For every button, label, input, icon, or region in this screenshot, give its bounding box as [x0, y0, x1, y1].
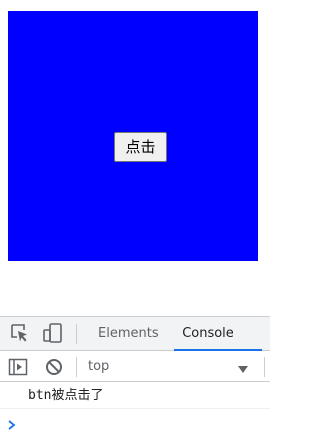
tab-elements[interactable]: Elements	[98, 317, 159, 350]
console-message-text: btn被点击了	[28, 388, 104, 403]
chevron-down-icon	[237, 360, 249, 373]
console-message: btn被点击了	[0, 383, 270, 409]
context-selector[interactable]: top	[80, 352, 260, 381]
active-tab-indicator	[174, 349, 262, 351]
page: 点击 Elements Console top btn被点击了	[0, 0, 270, 434]
inspect-element-icon[interactable]	[9, 322, 31, 344]
devtools-panel: Elements Console top btn被点击了	[0, 316, 270, 434]
click-button[interactable]: 点击	[114, 132, 167, 162]
prompt-chevron-icon	[6, 416, 18, 430]
console-prompt[interactable]	[0, 410, 270, 434]
toolbar-divider	[264, 357, 265, 377]
context-value: top	[88, 359, 110, 374]
toolbar-divider	[76, 357, 77, 377]
console-sidebar-icon[interactable]	[8, 357, 28, 377]
toolbar-divider	[76, 324, 77, 344]
device-toggle-icon[interactable]	[42, 322, 64, 344]
console-toolbar: top	[0, 352, 270, 382]
clear-console-icon[interactable]	[44, 357, 64, 377]
blue-box: 点击	[8, 11, 258, 261]
devtools-tabbar: Elements Console	[0, 317, 270, 351]
tab-console[interactable]: Console	[174, 317, 242, 350]
